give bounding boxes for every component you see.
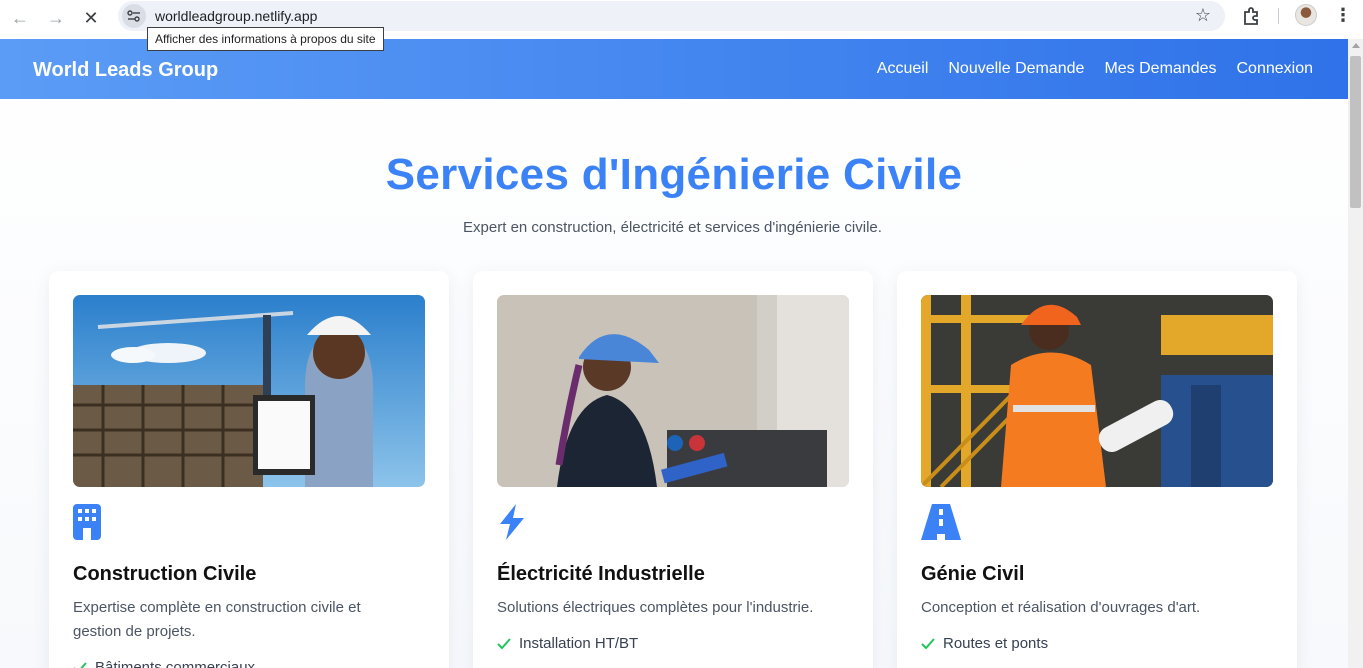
feature-item: Routes et ponts — [921, 635, 1048, 652]
page-viewport: World Leads Group Accueil Nouvelle Deman… — [0, 39, 1348, 668]
nav-nouvelle-demande[interactable]: Nouvelle Demande — [948, 60, 1084, 78]
card-title: Électricité Industrielle — [497, 563, 705, 585]
bolt-icon — [497, 504, 527, 540]
electrician-photo — [497, 295, 849, 487]
forward-arrow-icon[interactable]: → — [43, 5, 69, 31]
card-description: Solutions électriques complètes pour l'i… — [497, 599, 814, 616]
card-description: Conception et réalisation d'ouvrages d'a… — [921, 599, 1201, 616]
hero-title: Services d'Ingénierie Civile — [385, 151, 963, 198]
url-text[interactable]: worldleadgroup.netlify.app — [155, 8, 317, 24]
construction-worker-photo — [73, 295, 425, 487]
card-title: Construction Civile — [73, 563, 257, 585]
site-info-icon[interactable] — [122, 4, 146, 28]
bookmark-star-icon[interactable]: ☆ — [1195, 5, 1211, 26]
feature-label: Installation HT/BT — [519, 635, 639, 652]
nav-accueil[interactable]: Accueil — [877, 60, 929, 78]
scroll-thumb[interactable] — [1350, 56, 1361, 208]
nav-connexion[interactable]: Connexion — [1237, 60, 1314, 78]
main-nav: Accueil Nouvelle Demande Mes Demandes Co… — [877, 60, 1313, 78]
service-card-electricity: Électricité Industrielle Solutions élect… — [473, 271, 873, 668]
hero-subtitle: Expert en construction, électricité et s… — [463, 219, 882, 236]
feature-label: Routes et ponts — [943, 635, 1049, 652]
service-card-construction: Construction Civile Expertise complète e… — [49, 271, 449, 668]
check-icon — [73, 661, 87, 668]
nav-mes-demandes[interactable]: Mes Demandes — [1104, 60, 1216, 78]
feature-label: Bâtiments commerciaux — [95, 659, 256, 668]
card-description: Expertise complète en construction civil… — [73, 599, 361, 640]
extensions-puzzle-icon[interactable] — [1241, 5, 1265, 29]
building-icon — [73, 504, 103, 540]
feature-item: Bâtiments commerciaux — [73, 659, 255, 668]
profile-avatar[interactable] — [1295, 4, 1317, 26]
scroll-up-arrow-icon[interactable] — [1352, 43, 1360, 48]
site-info-tooltip: Afficher des informations à propos du si… — [147, 27, 384, 51]
brand-logo[interactable]: World Leads Group — [33, 59, 218, 82]
card-title: Génie Civil — [921, 563, 1025, 585]
check-icon — [497, 637, 511, 649]
feature-item: Installation HT/BT — [497, 635, 638, 652]
road-icon — [921, 504, 961, 540]
engineer-photo — [921, 295, 1273, 487]
toolbar-divider — [1278, 8, 1279, 24]
service-card-genie-civil: Génie Civil Conception et réalisation d'… — [897, 271, 1297, 668]
back-arrow-icon[interactable]: ← — [7, 5, 33, 31]
check-icon — [921, 637, 935, 649]
stop-loading-icon[interactable]: ✕ — [78, 5, 104, 31]
menu-kebab-icon[interactable]: ⋮ — [1334, 5, 1352, 26]
page-scrollbar[interactable] — [1348, 39, 1363, 668]
